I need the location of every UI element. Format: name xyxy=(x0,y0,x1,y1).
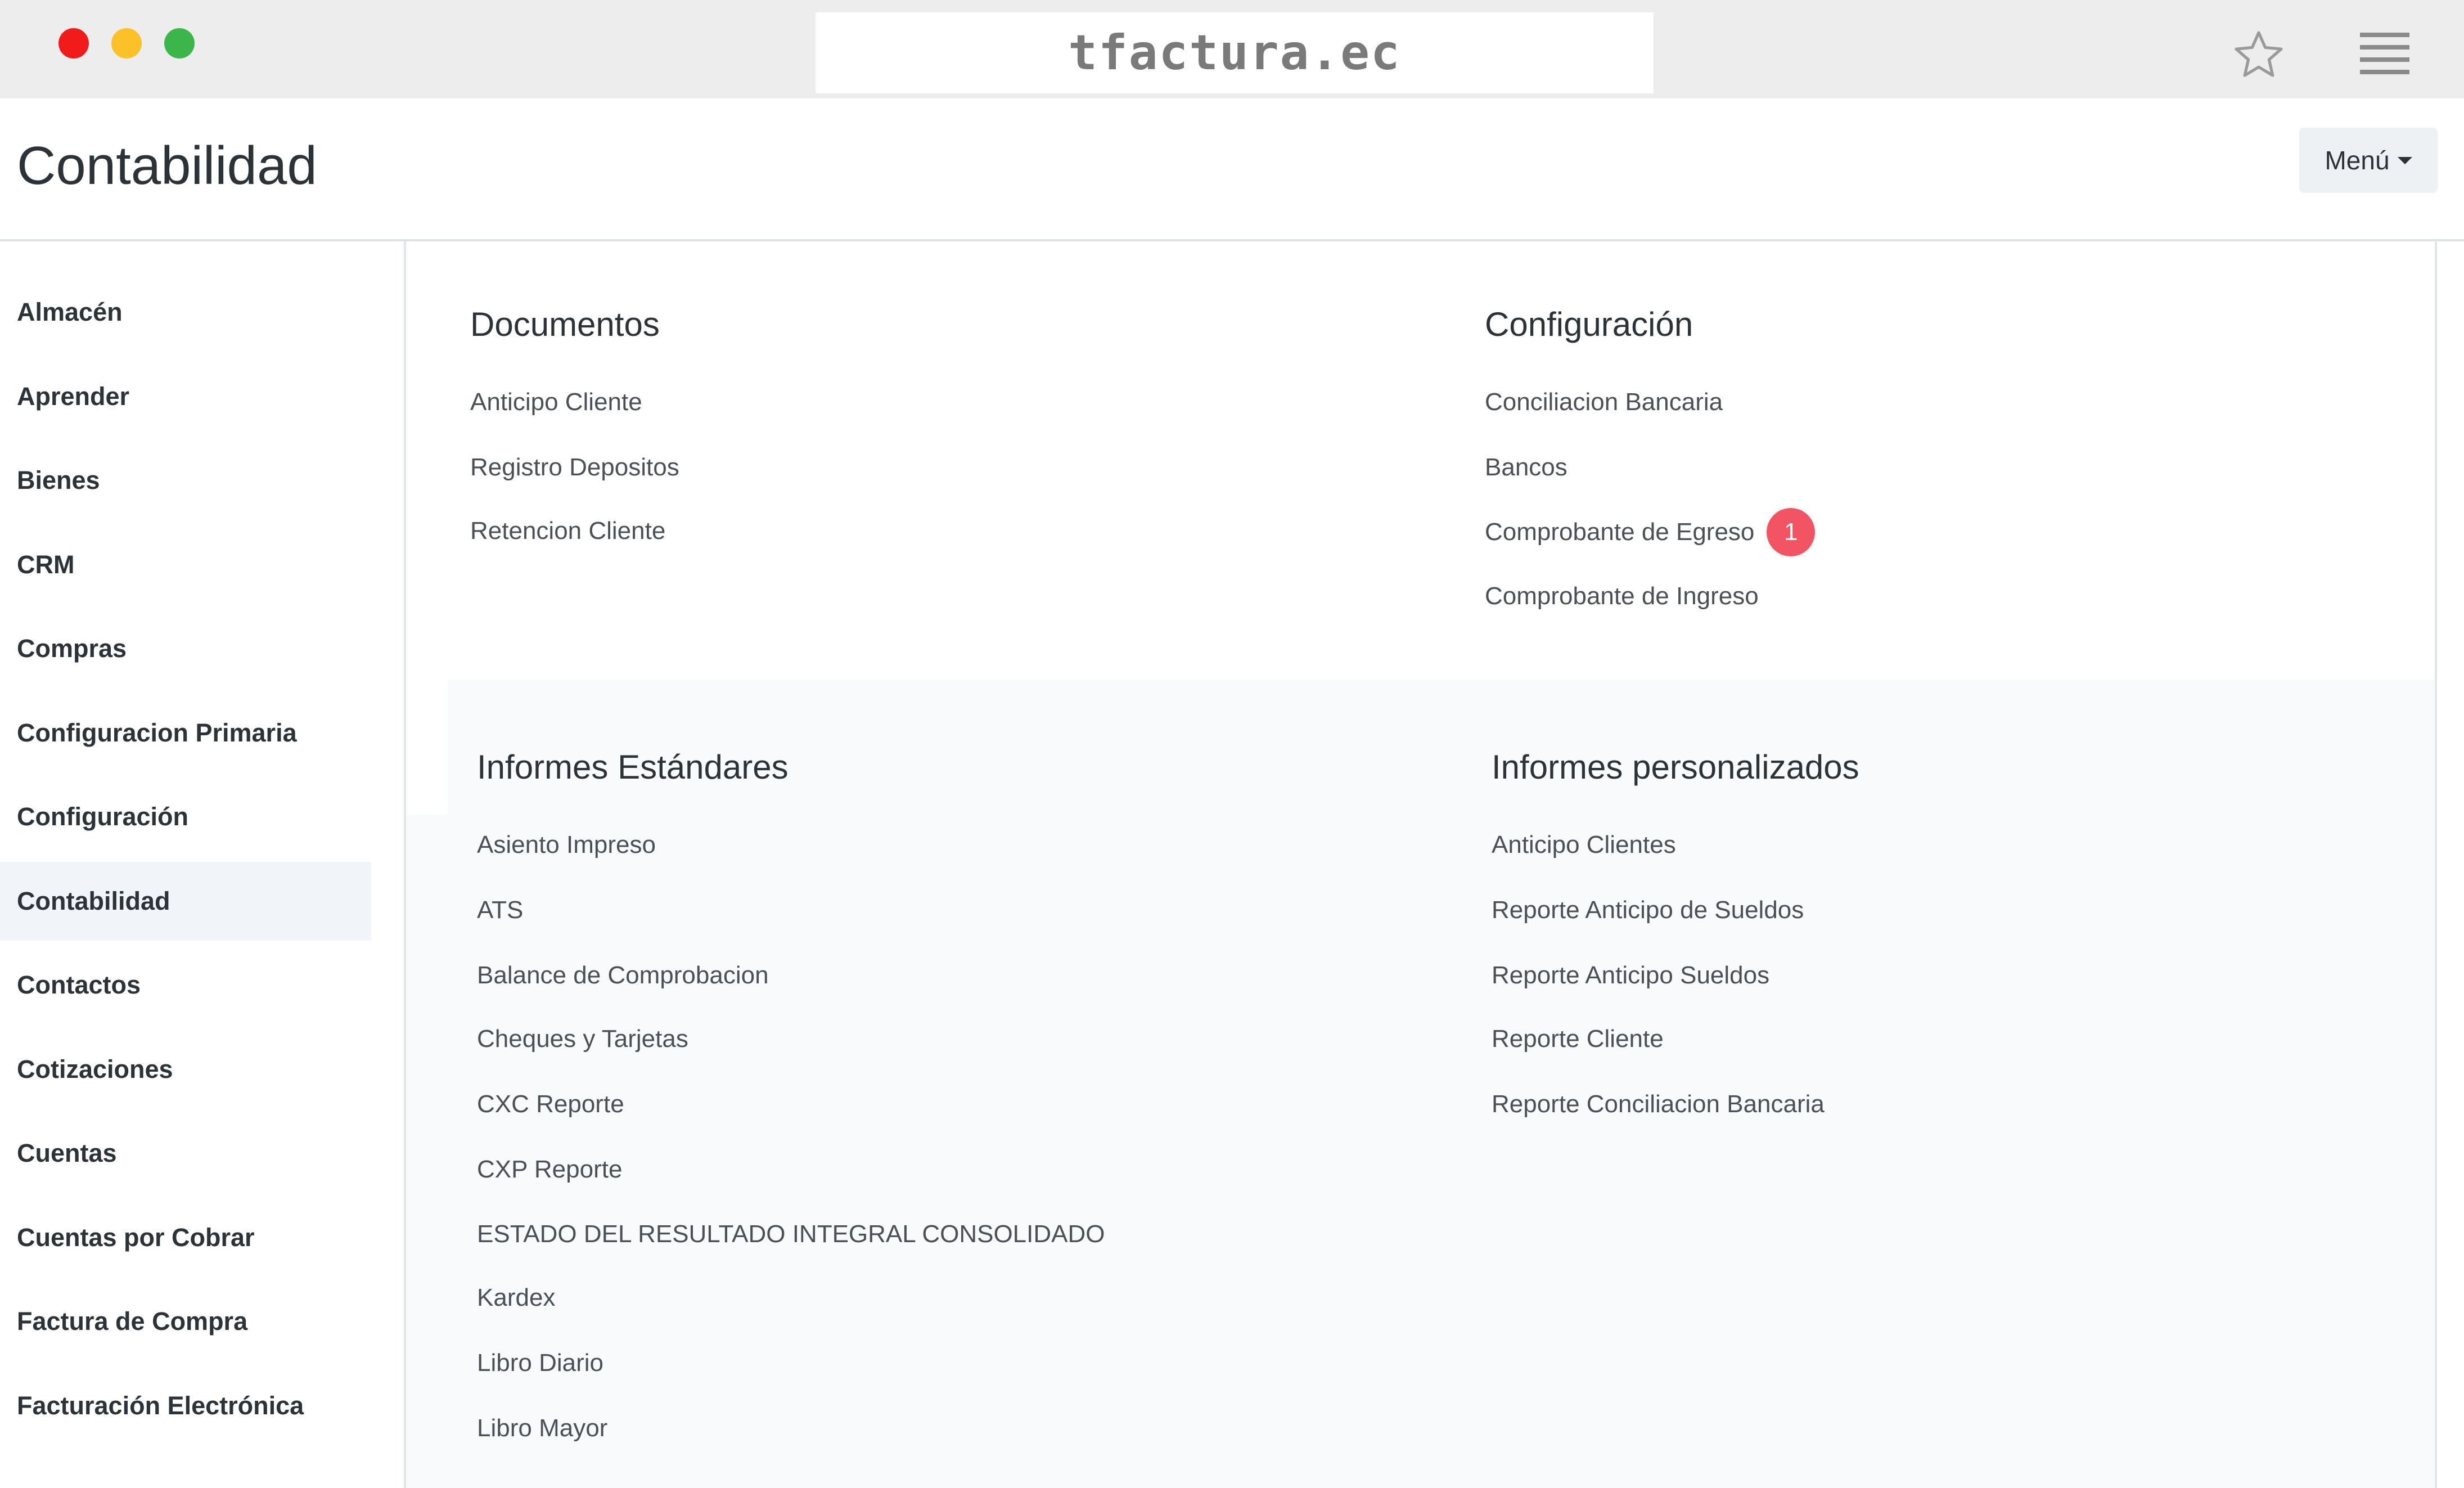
link-cheques-y-tarjetas[interactable]: Cheques y Tarjetas xyxy=(477,1025,688,1053)
link-balance-de-comprobacion[interactable]: Balance de Comprobacion xyxy=(477,961,769,990)
sidebar-item-configuracion-primaria[interactable]: Configuracion Primaria xyxy=(0,694,371,772)
link-retencion-cliente[interactable]: Retencion Cliente xyxy=(470,517,665,545)
address-bar[interactable]: tfactura.ec xyxy=(816,12,1654,93)
star-icon[interactable] xyxy=(2232,28,2286,82)
link-libro-mayor[interactable]: Libro Mayor xyxy=(477,1414,607,1442)
link-reporte-anticipo-sueldos[interactable]: Reporte Anticipo Sueldos xyxy=(1492,961,1769,990)
section-title-informes-personalizados: Informes personalizados xyxy=(1492,748,1859,786)
window-minimize-button[interactable] xyxy=(111,28,142,59)
window-close-button[interactable] xyxy=(58,28,89,59)
notification-badge: 1 xyxy=(1767,508,1816,556)
link-cxc-reporte[interactable]: CXC Reporte xyxy=(477,1090,624,1118)
reports-panel xyxy=(448,680,2435,1488)
link-asiento-impreso[interactable]: Asiento Impreso xyxy=(477,831,656,859)
sidebar-item-compras[interactable]: Compras xyxy=(0,609,371,688)
link-estado-del-resultado-integral[interactable]: ESTADO DEL RESULTADO INTEGRAL CONSOLIDAD… xyxy=(477,1220,1105,1248)
link-bancos[interactable]: Bancos xyxy=(1485,453,1567,482)
sidebar-item-cuentas-por-cobrar[interactable]: Cuentas por Cobrar xyxy=(0,1198,371,1277)
page-header: Contabilidad Menú xyxy=(0,98,2464,241)
link-registro-depositos[interactable]: Registro Depositos xyxy=(470,453,679,482)
section-title-documentos: Documentos xyxy=(470,305,660,343)
link-cxp-reporte[interactable]: CXP Reporte xyxy=(477,1156,622,1184)
link-kardex[interactable]: Kardex xyxy=(477,1284,555,1312)
window-maximize-button[interactable] xyxy=(164,28,195,59)
sidebar-item-almacen[interactable]: Almacén xyxy=(0,273,371,352)
sidebar-item-configuracion[interactable]: Configuración xyxy=(0,777,371,856)
link-reporte-cliente[interactable]: Reporte Cliente xyxy=(1492,1025,1664,1053)
link-reporte-conciliacion-bancaria[interactable]: Reporte Conciliacion Bancaria xyxy=(1492,1090,1825,1118)
link-comprobante-de-egreso[interactable]: Comprobante de Egreso 1 xyxy=(1485,508,1816,556)
sidebar-item-bienes[interactable]: Bienes xyxy=(0,441,371,520)
sidebar-item-cuentas[interactable]: Cuentas xyxy=(0,1114,371,1193)
menu-button-label: Menú xyxy=(2325,146,2390,175)
link-anticipo-clientes[interactable]: Anticipo Clientes xyxy=(1492,831,1676,859)
sidebar-item-cotizaciones[interactable]: Cotizaciones xyxy=(0,1030,371,1109)
browser-chrome: tfactura.ec xyxy=(0,0,2464,98)
link-ats[interactable]: ATS xyxy=(477,896,523,924)
link-reporte-anticipo-de-sueldos[interactable]: Reporte Anticipo de Sueldos xyxy=(1492,896,1804,924)
sidebar-item-contabilidad[interactable]: Contabilidad xyxy=(0,862,371,941)
sidebar-item-aprender[interactable]: Aprender xyxy=(0,357,371,436)
caret-down-icon xyxy=(2397,156,2412,164)
section-title-configuracion: Configuración xyxy=(1485,305,1693,343)
sidebar-item-facturacion-electronica[interactable]: Facturación Electrónica xyxy=(0,1366,371,1445)
link-comprobante-de-ingreso[interactable]: Comprobante de Ingreso xyxy=(1485,582,1759,610)
link-comprobante-de-egreso-label: Comprobante de Egreso xyxy=(1485,518,1755,546)
link-libro-diario[interactable]: Libro Diario xyxy=(477,1349,603,1377)
link-conciliacion-bancaria[interactable]: Conciliacion Bancaria xyxy=(1485,388,1723,416)
link-anticipo-cliente[interactable]: Anticipo Cliente xyxy=(470,388,642,416)
sidebar-item-crm[interactable]: CRM xyxy=(0,525,371,604)
menu-dropdown-button[interactable]: Menú xyxy=(2299,128,2438,193)
sidebar-item-contactos[interactable]: Contactos xyxy=(0,946,371,1024)
sidebar-item-factura-de-compra[interactable]: Factura de Compra xyxy=(0,1282,371,1361)
sidebar: Almacén Aprender Bienes CRM Compras Conf… xyxy=(0,241,406,1488)
section-title-informes-estandares: Informes Estándares xyxy=(477,748,789,786)
page-title: Contabilidad xyxy=(17,136,317,196)
hamburger-menu-icon[interactable] xyxy=(2360,33,2409,74)
